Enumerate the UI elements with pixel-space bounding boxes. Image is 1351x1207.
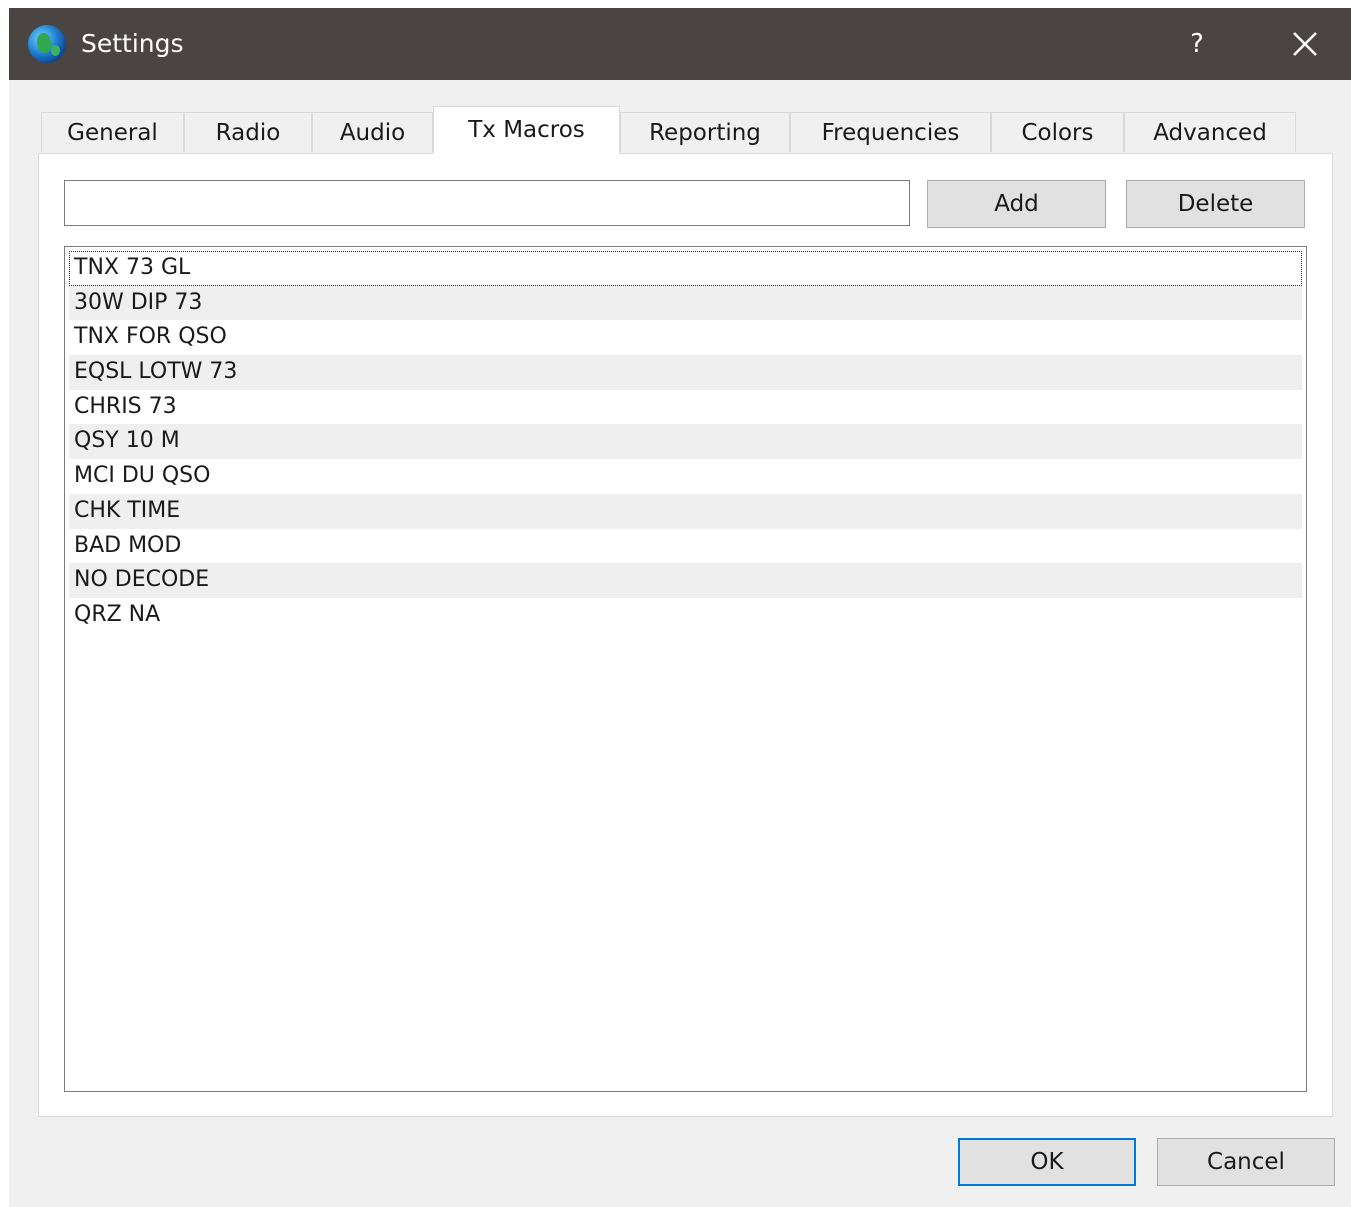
globe-icon [28, 25, 66, 63]
macro-input[interactable] [64, 180, 910, 226]
window-title: Settings [81, 29, 184, 58]
list-item[interactable]: CHRIS 73 [69, 390, 1302, 425]
tab-reporting[interactable]: Reporting [620, 112, 790, 152]
tab-general[interactable]: General [41, 112, 184, 152]
add-button[interactable]: Add [927, 180, 1106, 228]
settings-dialog: Settings ? General Radio Audio Tx Macros… [9, 8, 1351, 1207]
close-button[interactable] [1277, 22, 1333, 66]
title-bar[interactable]: Settings ? [9, 8, 1351, 80]
ok-button[interactable]: OK [958, 1138, 1136, 1186]
list-item[interactable]: TNX FOR QSO [69, 320, 1302, 355]
list-item[interactable]: QSY 10 M [69, 424, 1302, 460]
list-item[interactable]: NO DECODE [69, 563, 1302, 598]
help-button[interactable]: ? [1169, 22, 1225, 66]
list-item[interactable]: MCI DU QSO [69, 459, 1302, 494]
delete-button[interactable]: Delete [1126, 180, 1305, 228]
list-item[interactable]: QRZ NA [69, 598, 1302, 633]
tab-audio[interactable]: Audio [312, 112, 433, 152]
list-item[interactable]: EQSL LOTW 73 [69, 355, 1302, 390]
tab-frequencies[interactable]: Frequencies [790, 112, 991, 152]
list-item[interactable]: CHK TIME [69, 493, 1302, 529]
tab-tx-macros[interactable]: Tx Macros [433, 106, 620, 154]
close-icon [1293, 32, 1317, 56]
macro-list[interactable]: TNX 73 GL 30W DIP 73 TNX FOR QSO EQSL LO… [64, 246, 1307, 1092]
cancel-button[interactable]: Cancel [1157, 1138, 1335, 1186]
list-item[interactable]: BAD MOD [69, 529, 1302, 564]
tx-macros-panel: Add Delete TNX 73 GL 30W DIP 73 TNX FOR … [38, 153, 1333, 1117]
list-item[interactable]: 30W DIP 73 [69, 285, 1302, 321]
tab-radio[interactable]: Radio [184, 112, 312, 152]
tab-colors[interactable]: Colors [991, 112, 1124, 152]
list-item[interactable]: TNX 73 GL [69, 251, 1302, 286]
tab-advanced[interactable]: Advanced [1124, 112, 1296, 152]
